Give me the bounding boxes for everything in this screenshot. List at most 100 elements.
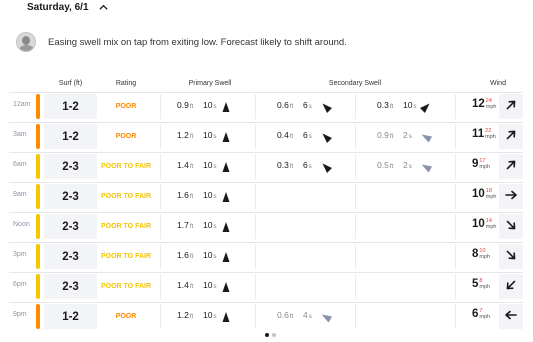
pagination-dot-active[interactable] bbox=[265, 333, 269, 337]
column-divider bbox=[160, 124, 161, 149]
row-divider bbox=[9, 302, 523, 303]
column-divider bbox=[255, 304, 256, 329]
column-divider bbox=[160, 244, 161, 269]
wind-speed: 9 17 mph bbox=[472, 158, 491, 170]
primary-swell-period: 10s bbox=[203, 190, 217, 200]
column-divider bbox=[160, 274, 161, 299]
swell-direction-icon bbox=[220, 280, 232, 292]
forecast-row: 6am 2-3 POOR TO FAIR 1.4ft 10s 0.3ft 6s 0.5ft 2s… bbox=[0, 152, 533, 182]
column-divider bbox=[255, 184, 256, 209]
column-divider bbox=[355, 214, 356, 239]
row-divider bbox=[9, 152, 523, 153]
wind-arrow-icon bbox=[505, 188, 517, 206]
wind-arrow-icon bbox=[505, 128, 517, 146]
header-wind: Wind bbox=[490, 80, 506, 87]
day-title: Saturday, 6/1 bbox=[27, 2, 89, 13]
swell-direction-icon bbox=[220, 100, 232, 112]
surf-height: 2-3 bbox=[44, 184, 97, 209]
row-time: Noon bbox=[13, 221, 30, 228]
surf-height: 1-2 bbox=[44, 94, 97, 119]
swell-direction-icon bbox=[220, 220, 232, 232]
swell-direction-icon bbox=[320, 130, 333, 144]
wind-gust: 17 mph bbox=[479, 158, 491, 170]
row-time: 12am bbox=[13, 101, 31, 108]
day-header[interactable]: Saturday, 6/1 bbox=[27, 2, 109, 13]
column-divider bbox=[160, 214, 161, 239]
column-divider bbox=[355, 154, 356, 179]
header-secondary-swell: Secondary Swell bbox=[328, 80, 382, 87]
rating-label: POOR bbox=[115, 133, 137, 140]
secondary-swell-period: 6s bbox=[303, 100, 312, 110]
tertiary-swell-height: 0.3ft bbox=[377, 100, 394, 110]
swell-direction-icon bbox=[320, 100, 333, 114]
wind-arrow-icon bbox=[505, 278, 517, 296]
column-divider bbox=[455, 274, 456, 299]
column-divider bbox=[355, 124, 356, 149]
row-time: 9am bbox=[13, 191, 27, 198]
wind-direction bbox=[499, 214, 523, 239]
column-divider bbox=[455, 244, 456, 269]
column-divider bbox=[255, 274, 256, 299]
rating-label: POOR bbox=[115, 103, 137, 110]
column-divider bbox=[160, 94, 161, 119]
column-divider bbox=[255, 94, 256, 119]
row-time: 6pm bbox=[13, 281, 27, 288]
forecast-note-text: Easing swell mix on tap from exiting low… bbox=[48, 36, 347, 48]
tertiary-swell-period: 2s bbox=[403, 160, 412, 170]
column-divider bbox=[455, 214, 456, 239]
secondary-swell-height: 0.6ft bbox=[277, 100, 294, 110]
wind-arrow-icon bbox=[505, 248, 517, 266]
wind-direction bbox=[499, 304, 523, 329]
secondary-swell-period: 6s bbox=[303, 160, 312, 170]
forecast-row: 6pm 2-3 POOR TO FAIR 1.4ft 10s 5 8 mph bbox=[0, 272, 533, 302]
swell-direction-icon bbox=[220, 310, 232, 322]
forecast-row: 12am 1-2 POOR 0.9ft 10s 0.6ft 6s 0.3ft 10s 12 24 mp… bbox=[0, 92, 533, 122]
wind-speed: 8 10 mph bbox=[472, 248, 491, 260]
primary-swell-height: 1.6ft bbox=[177, 250, 194, 260]
forecast-row: Noon 2-3 POOR TO FAIR 1.7ft 10s 10 14 mph bbox=[0, 212, 533, 242]
wind-direction bbox=[499, 244, 523, 269]
wind-gust: 10 mph bbox=[479, 248, 491, 260]
pagination-dots[interactable] bbox=[265, 333, 276, 337]
tertiary-swell-height: 0.5ft bbox=[377, 160, 394, 170]
row-divider bbox=[9, 242, 523, 243]
wind-arrow-icon bbox=[505, 218, 517, 236]
primary-swell-height: 1.7ft bbox=[177, 220, 194, 230]
secondary-swell-period: 6s bbox=[303, 130, 312, 140]
primary-swell-height: 1.2ft bbox=[177, 130, 194, 140]
chevron-up-icon[interactable] bbox=[98, 2, 109, 13]
rating-label: POOR TO FAIR bbox=[100, 253, 152, 260]
rating-bar bbox=[36, 304, 40, 329]
rating-bar bbox=[36, 244, 40, 269]
rating-bar bbox=[36, 124, 40, 149]
column-divider bbox=[355, 184, 356, 209]
wind-speed: 5 8 mph bbox=[472, 278, 491, 290]
wind-gust: 8 mph bbox=[479, 278, 491, 290]
primary-swell-period: 10s bbox=[203, 220, 217, 230]
wind-arrow-icon bbox=[505, 308, 517, 326]
pagination-dot[interactable] bbox=[272, 333, 276, 337]
row-time: 6am bbox=[13, 161, 27, 168]
column-divider bbox=[255, 154, 256, 179]
header-primary-swell: Primary Swell bbox=[188, 80, 232, 87]
tertiary-swell-period: 2s bbox=[403, 130, 412, 140]
wind-gust: 14 mph bbox=[485, 218, 497, 230]
swell-direction-icon bbox=[320, 310, 333, 323]
column-divider bbox=[355, 274, 356, 299]
wind-direction bbox=[499, 154, 523, 179]
forecast-row: 9pm 1-2 POOR 1.2ft 10s 0.6ft 4s 6 7 mph bbox=[0, 302, 533, 332]
rating-bar bbox=[36, 214, 40, 239]
row-divider bbox=[9, 92, 523, 93]
secondary-swell-height: 0.6ft bbox=[277, 310, 294, 320]
row-time: 3pm bbox=[13, 251, 27, 258]
column-divider bbox=[455, 94, 456, 119]
surf-height: 1-2 bbox=[44, 124, 97, 149]
swell-direction-icon bbox=[220, 130, 232, 142]
rating-bar bbox=[36, 154, 40, 179]
wind-speed: 10 18 mph bbox=[472, 188, 497, 200]
forecast-row: 9am 2-3 POOR TO FAIR 1.6ft 10s 10 18 mph bbox=[0, 182, 533, 212]
wind-speed: 10 14 mph bbox=[472, 218, 497, 230]
swell-direction-icon bbox=[220, 250, 232, 262]
primary-swell-height: 1.4ft bbox=[177, 160, 194, 170]
row-divider bbox=[9, 272, 523, 273]
